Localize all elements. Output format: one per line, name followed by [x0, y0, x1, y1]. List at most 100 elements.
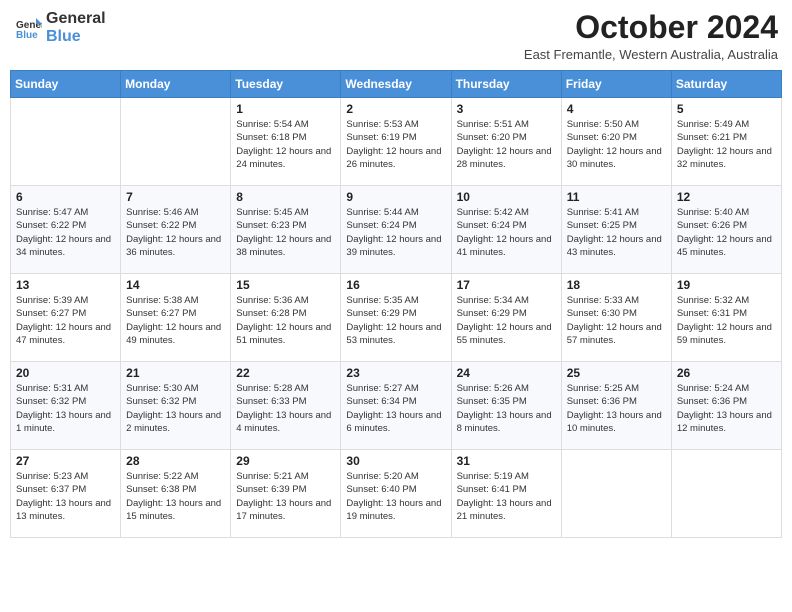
- calendar-cell: 12Sunrise: 5:40 AM Sunset: 6:26 PM Dayli…: [671, 186, 781, 274]
- day-info: Sunrise: 5:30 AM Sunset: 6:32 PM Dayligh…: [126, 382, 225, 435]
- day-header-saturday: Saturday: [671, 71, 781, 98]
- calendar-cell: 8 Sunrise: 5:45 AM Sunset: 6:23 PM Daylig…: [231, 186, 341, 274]
- day-number: 9: [346, 190, 445, 204]
- day-number: 25: [567, 366, 666, 380]
- day-number: 13: [16, 278, 115, 292]
- calendar-cell: 1 Sunrise: 5:54 AM Sunset: 6:18 PM Daylig…: [231, 98, 341, 186]
- calendar-week-row: 27 Sunrise: 5:23 AM Sunset: 6:37 PM Dayli…: [11, 450, 782, 538]
- logo: General Blue General Blue: [14, 10, 106, 45]
- calendar-cell: 4Sunrise: 5:50 AM Sunset: 6:20 PM Daylig…: [561, 98, 671, 186]
- calendar-cell: 16Sunrise: 5:35 AM Sunset: 6:29 PM Dayli…: [341, 274, 451, 362]
- calendar-week-row: 6Sunrise: 5:47 AM Sunset: 6:22 PM Daylig…: [11, 186, 782, 274]
- day-number: 29: [236, 454, 335, 468]
- svg-text:Blue: Blue: [16, 30, 38, 41]
- calendar-cell: 17 Sunrise: 5:34 AM Sunset: 6:29 PM Dayli…: [451, 274, 561, 362]
- day-info: Sunrise: 5:39 AM Sunset: 6:27 PM Dayligh…: [16, 294, 115, 347]
- day-number: 20: [16, 366, 115, 380]
- calendar-week-row: 1 Sunrise: 5:54 AM Sunset: 6:18 PM Daylig…: [11, 98, 782, 186]
- day-number: 18: [567, 278, 666, 292]
- calendar-cell: 21 Sunrise: 5:30 AM Sunset: 6:32 PM Dayli…: [121, 362, 231, 450]
- calendar-cell: 6Sunrise: 5:47 AM Sunset: 6:22 PM Daylig…: [11, 186, 121, 274]
- day-info: Sunrise: 5:26 AM Sunset: 6:35 PM Dayligh…: [457, 382, 556, 435]
- calendar-cell: 5 Sunrise: 5:49 AM Sunset: 6:21 PM Daylig…: [671, 98, 781, 186]
- calendar-cell: [121, 98, 231, 186]
- day-info: Sunrise: 5:25 AM Sunset: 6:36 PM Dayligh…: [567, 382, 666, 435]
- day-number: 23: [346, 366, 445, 380]
- day-number: 2: [346, 102, 445, 116]
- day-header-friday: Friday: [561, 71, 671, 98]
- calendar-cell: 26Sunrise: 5:24 AM Sunset: 6:36 PM Dayli…: [671, 362, 781, 450]
- day-info: Sunrise: 5:50 AM Sunset: 6:20 PM Dayligh…: [567, 118, 666, 171]
- day-info: Sunrise: 5:35 AM Sunset: 6:29 PM Dayligh…: [346, 294, 445, 347]
- day-info: Sunrise: 5:33 AM Sunset: 6:30 PM Dayligh…: [567, 294, 666, 347]
- day-info: Sunrise: 5:32 AM Sunset: 6:31 PM Dayligh…: [677, 294, 776, 347]
- day-info: Sunrise: 5:23 AM Sunset: 6:37 PM Dayligh…: [16, 470, 115, 523]
- day-info: Sunrise: 5:21 AM Sunset: 6:39 PM Dayligh…: [236, 470, 335, 523]
- day-number: 8: [236, 190, 335, 204]
- day-number: 17: [457, 278, 556, 292]
- day-info: Sunrise: 5:34 AM Sunset: 6:29 PM Dayligh…: [457, 294, 556, 347]
- calendar-cell: 11 Sunrise: 5:41 AM Sunset: 6:25 PM Dayli…: [561, 186, 671, 274]
- title-block: October 2024 East Fremantle, Western Aus…: [524, 10, 778, 62]
- day-number: 30: [346, 454, 445, 468]
- day-header-wednesday: Wednesday: [341, 71, 451, 98]
- day-info: Sunrise: 5:41 AM Sunset: 6:25 PM Dayligh…: [567, 206, 666, 259]
- day-number: 12: [677, 190, 776, 204]
- day-number: 3: [457, 102, 556, 116]
- day-number: 10: [457, 190, 556, 204]
- day-number: 19: [677, 278, 776, 292]
- day-info: Sunrise: 5:46 AM Sunset: 6:22 PM Dayligh…: [126, 206, 225, 259]
- calendar-cell: 18 Sunrise: 5:33 AM Sunset: 6:30 PM Dayli…: [561, 274, 671, 362]
- day-info: Sunrise: 5:49 AM Sunset: 6:21 PM Dayligh…: [677, 118, 776, 171]
- day-info: Sunrise: 5:20 AM Sunset: 6:40 PM Dayligh…: [346, 470, 445, 523]
- calendar-cell: 14Sunrise: 5:38 AM Sunset: 6:27 PM Dayli…: [121, 274, 231, 362]
- calendar-cell: 7 Sunrise: 5:46 AM Sunset: 6:22 PM Daylig…: [121, 186, 231, 274]
- calendar-cell: 23Sunrise: 5:27 AM Sunset: 6:34 PM Dayli…: [341, 362, 451, 450]
- day-header-monday: Monday: [121, 71, 231, 98]
- day-number: 1: [236, 102, 335, 116]
- calendar-cell: [671, 450, 781, 538]
- day-info: Sunrise: 5:36 AM Sunset: 6:28 PM Dayligh…: [236, 294, 335, 347]
- calendar-cell: 9Sunrise: 5:44 AM Sunset: 6:24 PM Daylig…: [341, 186, 451, 274]
- calendar-cell: 15 Sunrise: 5:36 AM Sunset: 6:28 PM Dayli…: [231, 274, 341, 362]
- day-info: Sunrise: 5:45 AM Sunset: 6:23 PM Dayligh…: [236, 206, 335, 259]
- calendar-week-row: 13 Sunrise: 5:39 AM Sunset: 6:27 PM Dayli…: [11, 274, 782, 362]
- calendar-cell: 27 Sunrise: 5:23 AM Sunset: 6:37 PM Dayli…: [11, 450, 121, 538]
- day-header-sunday: Sunday: [11, 71, 121, 98]
- day-header-thursday: Thursday: [451, 71, 561, 98]
- day-number: 6: [16, 190, 115, 204]
- calendar-cell: 29 Sunrise: 5:21 AM Sunset: 6:39 PM Dayli…: [231, 450, 341, 538]
- day-number: 15: [236, 278, 335, 292]
- calendar-cell: 22Sunrise: 5:28 AM Sunset: 6:33 PM Dayli…: [231, 362, 341, 450]
- calendar-table: SundayMondayTuesdayWednesdayThursdayFrid…: [10, 70, 782, 538]
- calendar-week-row: 20Sunrise: 5:31 AM Sunset: 6:32 PM Dayli…: [11, 362, 782, 450]
- day-info: Sunrise: 5:19 AM Sunset: 6:41 PM Dayligh…: [457, 470, 556, 523]
- day-header-tuesday: Tuesday: [231, 71, 341, 98]
- calendar-cell: 13 Sunrise: 5:39 AM Sunset: 6:27 PM Dayli…: [11, 274, 121, 362]
- day-number: 28: [126, 454, 225, 468]
- day-number: 31: [457, 454, 556, 468]
- day-number: 27: [16, 454, 115, 468]
- logo-icon: General Blue: [14, 14, 42, 42]
- location-subtitle: East Fremantle, Western Australia, Austr…: [524, 47, 778, 62]
- day-info: Sunrise: 5:51 AM Sunset: 6:20 PM Dayligh…: [457, 118, 556, 171]
- calendar-cell: 25 Sunrise: 5:25 AM Sunset: 6:36 PM Dayli…: [561, 362, 671, 450]
- day-number: 7: [126, 190, 225, 204]
- day-info: Sunrise: 5:42 AM Sunset: 6:24 PM Dayligh…: [457, 206, 556, 259]
- day-number: 24: [457, 366, 556, 380]
- day-number: 11: [567, 190, 666, 204]
- day-info: Sunrise: 5:54 AM Sunset: 6:18 PM Dayligh…: [236, 118, 335, 171]
- logo-general: General: [46, 10, 106, 28]
- calendar-cell: 24 Sunrise: 5:26 AM Sunset: 6:35 PM Dayli…: [451, 362, 561, 450]
- calendar-cell: [11, 98, 121, 186]
- calendar-cell: 30 Sunrise: 5:20 AM Sunset: 6:40 PM Dayli…: [341, 450, 451, 538]
- day-number: 21: [126, 366, 225, 380]
- day-number: 26: [677, 366, 776, 380]
- month-title: October 2024: [524, 10, 778, 45]
- day-info: Sunrise: 5:28 AM Sunset: 6:33 PM Dayligh…: [236, 382, 335, 435]
- day-number: 5: [677, 102, 776, 116]
- day-info: Sunrise: 5:38 AM Sunset: 6:27 PM Dayligh…: [126, 294, 225, 347]
- calendar-cell: 28Sunrise: 5:22 AM Sunset: 6:38 PM Dayli…: [121, 450, 231, 538]
- calendar-cell: [561, 450, 671, 538]
- day-info: Sunrise: 5:53 AM Sunset: 6:19 PM Dayligh…: [346, 118, 445, 171]
